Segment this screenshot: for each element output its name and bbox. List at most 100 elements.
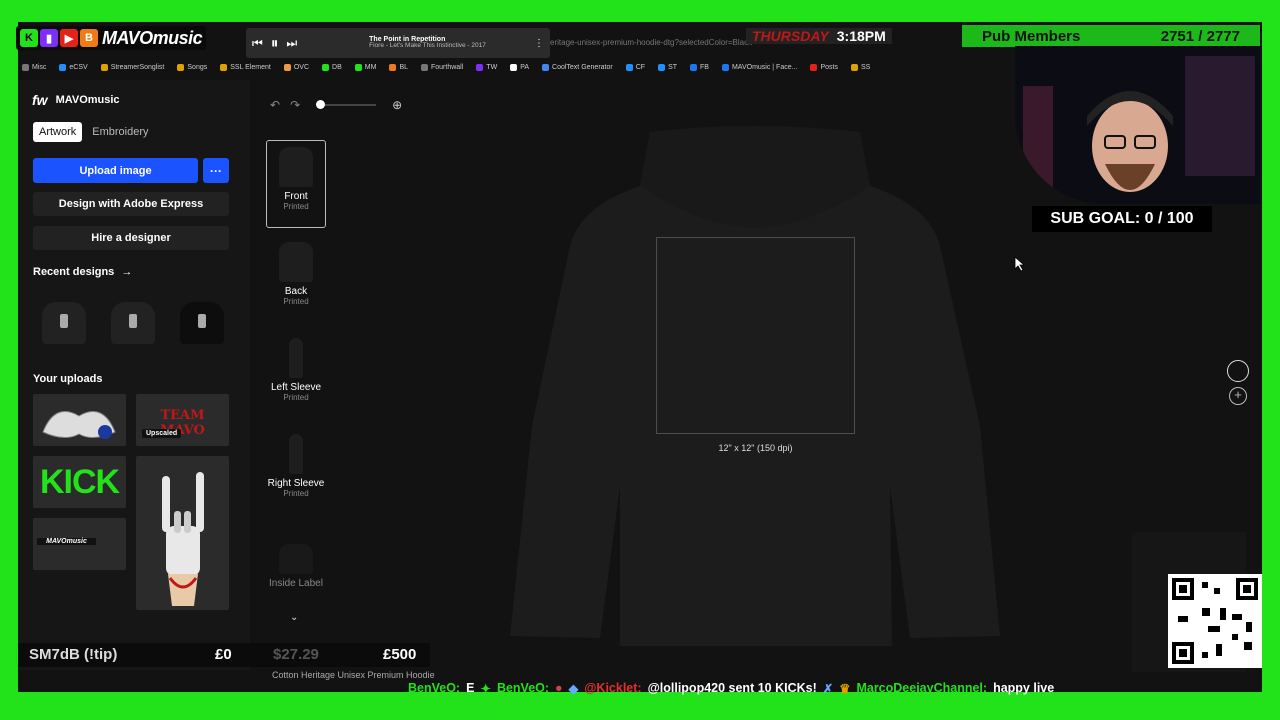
bookmark-item[interactable]: Fourthwall [421, 63, 463, 71]
upload-thumb-skeleton-hand[interactable] [136, 456, 229, 610]
bookmarks-bar: Misc eCSV StreamerSonglist Songs SSL Ele… [18, 58, 1018, 76]
view-status: Printed [283, 489, 309, 498]
tip-goal: £500 [383, 646, 417, 663]
bookmark-item[interactable]: Posts [810, 63, 838, 71]
music-player: ⏮ ⏸ ⏭ The Point in Repetition Fiore - Le… [246, 28, 550, 58]
player-menu-icon[interactable]: ⋮ [534, 38, 544, 49]
shop-header: fw MAVOmusic [32, 92, 120, 108]
sword-icon: ✗ [822, 681, 834, 696]
bookmark-item[interactable]: DB [322, 63, 342, 71]
view-toggle-circle[interactable] [1227, 360, 1249, 382]
view-status: Printed [283, 297, 309, 306]
bookmark-item[interactable]: SS [850, 63, 870, 71]
emote-icon: ● [555, 681, 563, 695]
label-icon [279, 544, 313, 574]
tip-min: £0 [215, 646, 232, 663]
upload-image-button[interactable]: Upload image [33, 158, 198, 183]
adobe-express-button[interactable]: Design with Adobe Express [33, 192, 229, 216]
view-left-sleeve[interactable]: Left Sleeve Printed [266, 332, 326, 402]
kick-icon [354, 63, 362, 71]
bookmark-item[interactable]: Misc [22, 63, 46, 71]
upload-thumb-hands-heart[interactable] [33, 394, 126, 446]
qr-code-icon [1172, 578, 1258, 664]
hands-heart-icon [42, 411, 116, 439]
add-circle-icon[interactable]: + [1229, 387, 1247, 405]
bookmark-item[interactable]: ST [658, 63, 677, 71]
youtube-icon [810, 63, 818, 71]
bookmark-item[interactable]: FB [690, 63, 709, 71]
chevron-down-icon[interactable]: ⌄ [290, 612, 298, 623]
crown-icon: ♛ [839, 681, 851, 696]
bookmark-item[interactable]: Songs [177, 63, 207, 71]
bookmark-item[interactable]: PA [510, 63, 529, 71]
bookmark-item[interactable]: CF [625, 63, 645, 71]
chat-ticker: BenVeO: E ✦ BenVeO: ● ◆ @Kicklet: @lolli… [408, 679, 1208, 697]
site-icon [510, 63, 518, 71]
bookmark-item[interactable]: StreamerSonglist [100, 63, 164, 71]
bookmark-item[interactable]: SSL Element [220, 63, 271, 71]
zoom-slider-knob[interactable] [316, 100, 326, 109]
site-icon [389, 63, 397, 71]
google-icon [542, 63, 550, 71]
redo-icon[interactable]: ↷ [290, 98, 300, 112]
upload-thumb-mavo-logo[interactable]: MAVOmusic [33, 518, 126, 570]
site-icon [220, 63, 228, 71]
recent-design-thumb[interactable] [171, 298, 233, 348]
view-label: Front [284, 191, 308, 202]
hire-designer-button[interactable]: Hire a designer [33, 226, 229, 250]
bookmark-item[interactable]: eCSV [59, 63, 88, 71]
pause-button[interactable]: ⏸ [271, 35, 279, 52]
address-bar-fragment[interactable]: eritage-unisex-premium-hoodie-dtg?select… [550, 38, 752, 47]
undo-icon[interactable]: ↶ [270, 98, 280, 112]
recent-designs-link[interactable]: Recent designs → [33, 266, 132, 278]
mouse-cursor-icon [1014, 256, 1026, 272]
recent-design-thumb[interactable] [33, 298, 95, 348]
clock-overlay: THURSDAY 3:18PM [746, 28, 892, 44]
bookmark-item[interactable]: CoolText Generator [542, 63, 613, 71]
artwork-tabs: Artwork Embroidery [33, 122, 155, 142]
next-track-button[interactable]: ⏭ [286, 36, 297, 51]
view-status: Printed [283, 202, 309, 211]
site-icon [100, 63, 108, 71]
bookmark-item[interactable]: MAVOmusic | Face... [721, 63, 797, 71]
upload-thumb-team-mavo[interactable]: TEAM MAVO Upscaled [136, 394, 229, 446]
pub-members-bar: Pub Members 2751 / 2777 [962, 25, 1260, 47]
tab-artwork[interactable]: Artwork [33, 122, 83, 142]
print-area-box[interactable] [656, 237, 855, 434]
brand-overlay: K ▮ ▶ B MAVOmusic [16, 26, 207, 50]
day-label: THURSDAY [752, 28, 829, 44]
track-info: The Point in Repetition Fiore - Let's Ma… [305, 36, 526, 50]
sub-goal-overlay: SUB GOAL: 0 / 100 [1032, 206, 1212, 232]
view-right-sleeve[interactable]: Right Sleeve Printed [266, 428, 326, 498]
qr-code-image [1168, 574, 1262, 668]
previous-track-button[interactable]: ⏮ [252, 36, 263, 51]
bookmark-item[interactable]: MM [354, 63, 376, 71]
upload-thumb-kick[interactable]: KICK [33, 456, 126, 508]
bookmark-item[interactable]: BL [389, 63, 408, 71]
bookmark-item[interactable]: OVC [283, 63, 309, 71]
view-back[interactable]: Back Printed [266, 236, 326, 306]
bookmark-item[interactable]: TW [476, 63, 497, 71]
canvas-toolbar: ↶ ↷ ⊕ [270, 98, 402, 112]
hoodie-thumb-icon [111, 302, 155, 344]
view-label: Back [284, 286, 308, 297]
zoom-in-icon[interactable]: ⊕ [392, 98, 402, 112]
site-icon [59, 63, 67, 71]
tip-name: SM7dB (!tip) [29, 646, 118, 663]
zoom-slider[interactable] [316, 100, 377, 109]
hoodie-thumb-icon [42, 302, 86, 344]
more-options-button[interactable]: ··· [203, 158, 229, 183]
view-front[interactable]: Front Printed [266, 140, 326, 228]
view-inside-label[interactable]: Inside Label [266, 538, 326, 589]
tab-embroidery[interactable]: Embroidery [86, 122, 154, 142]
hoodie-back-icon [279, 242, 313, 282]
upscaled-badge: Upscaled [142, 429, 182, 438]
tip-goal-bar: SM7dB (!tip) £0 $27.29 £500 [18, 643, 430, 667]
twitch-icon [476, 63, 484, 71]
folder-icon [22, 63, 29, 71]
view-label: Inside Label [269, 578, 323, 589]
mavo-small-logo: MAVOmusic [37, 538, 96, 545]
site-icon [283, 63, 291, 71]
fourthwall-logo: fw [32, 92, 48, 108]
recent-design-thumb[interactable] [102, 298, 164, 348]
